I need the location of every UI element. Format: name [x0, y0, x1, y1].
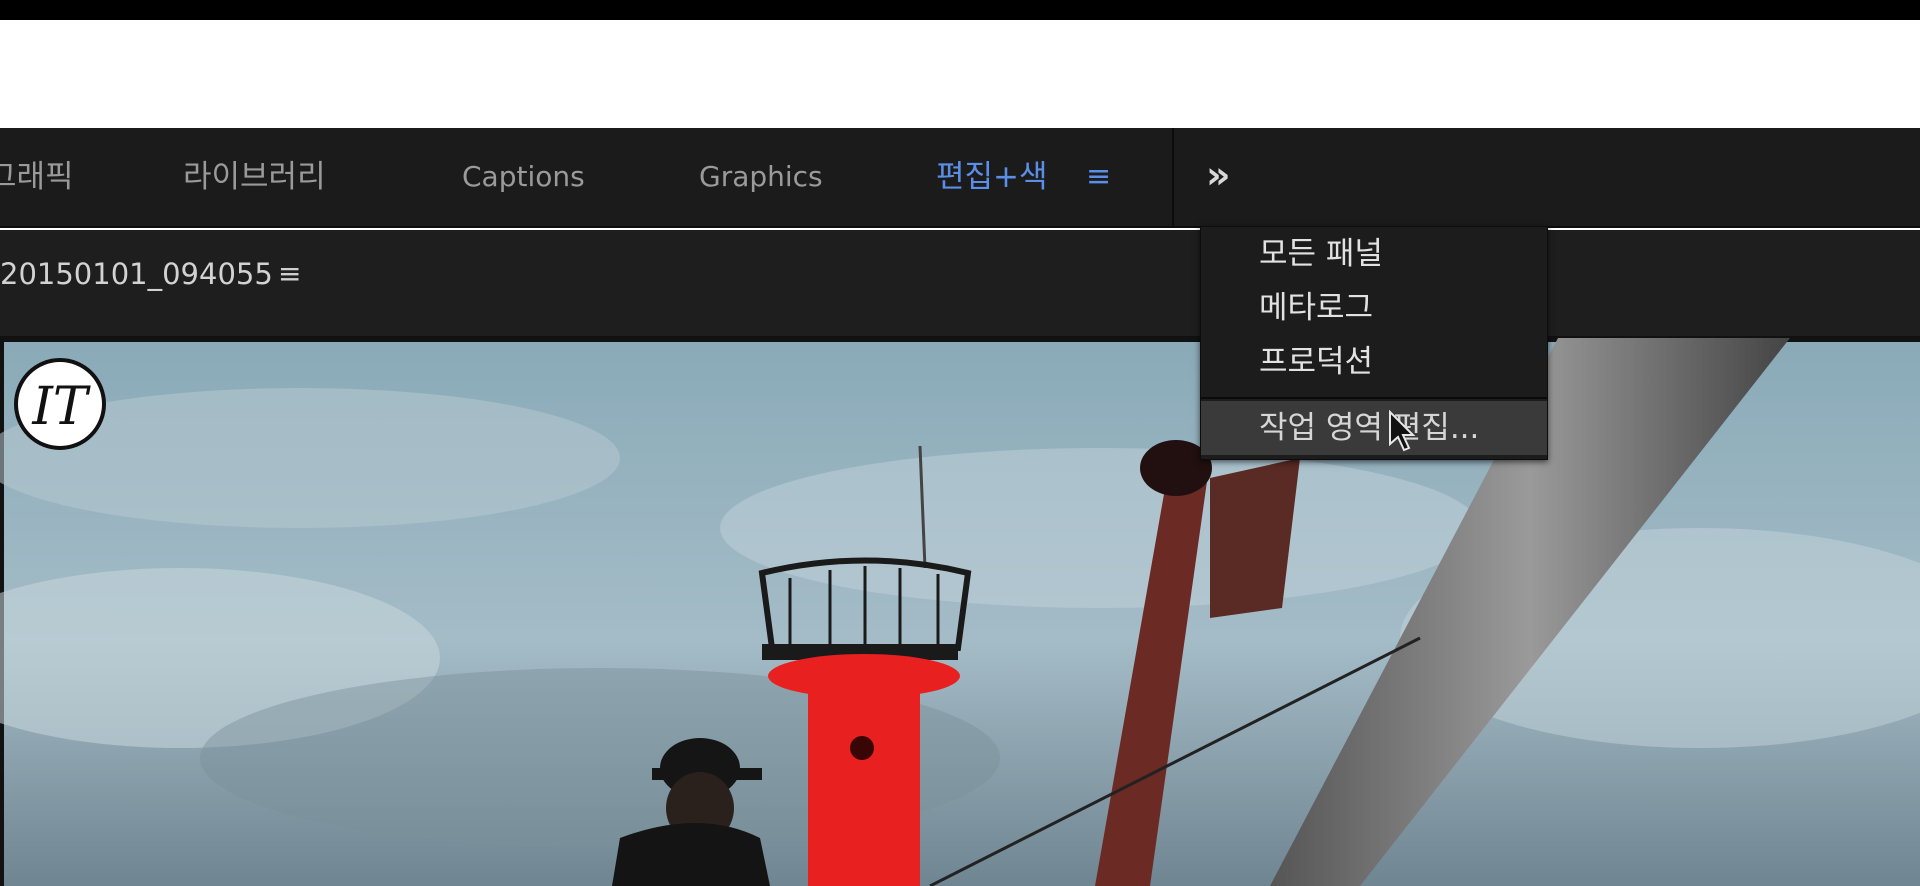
tab-graphics[interactable]: Graphics: [699, 128, 823, 228]
workspace-menu-icon[interactable]: ≡: [1086, 128, 1111, 228]
top-black-bar: [0, 0, 1920, 20]
source-panel-header: 20150101_094055 ≡: [0, 230, 1920, 338]
tab-library[interactable]: 라이브러리: [183, 128, 326, 228]
menu-item-edit-workspaces[interactable]: 작업 영역 편집...: [1201, 401, 1547, 455]
menu-item-metalog[interactable]: 메타로그: [1201, 281, 1547, 335]
cloud: [720, 448, 1480, 608]
menu-item-all-panels[interactable]: 모든 패널: [1201, 227, 1547, 281]
tab-graphics-ko[interactable]: 그래픽: [0, 128, 74, 228]
mouse-cursor-icon: [1389, 410, 1416, 452]
workspace-tab-bar: 그래픽 라이브러리 Captions Graphics 편집+색 ≡ »: [0, 128, 1920, 228]
lighthouse-body: [808, 676, 920, 886]
tab-divider: [1172, 128, 1174, 228]
video-frame: IT: [0, 338, 1920, 886]
menu-item-production[interactable]: 프로덕션: [1201, 335, 1547, 389]
workspace-overflow-menu: 모든 패널 메타로그 프로덕션 작업 영역 편집...: [1200, 226, 1548, 460]
menu-separator: [1201, 397, 1547, 399]
tab-captions[interactable]: Captions: [462, 128, 585, 228]
program-monitor: IT: [0, 338, 1920, 886]
tab-edit-color[interactable]: 편집+색: [936, 128, 1048, 228]
panel-menu-icon[interactable]: ≡: [278, 230, 301, 338]
title-strip: [0, 20, 1920, 128]
overflow-chevron-icon[interactable]: »: [1206, 128, 1230, 228]
clip-name-tab[interactable]: 20150101_094055: [0, 230, 273, 338]
channel-logo-text: IT: [31, 377, 91, 437]
